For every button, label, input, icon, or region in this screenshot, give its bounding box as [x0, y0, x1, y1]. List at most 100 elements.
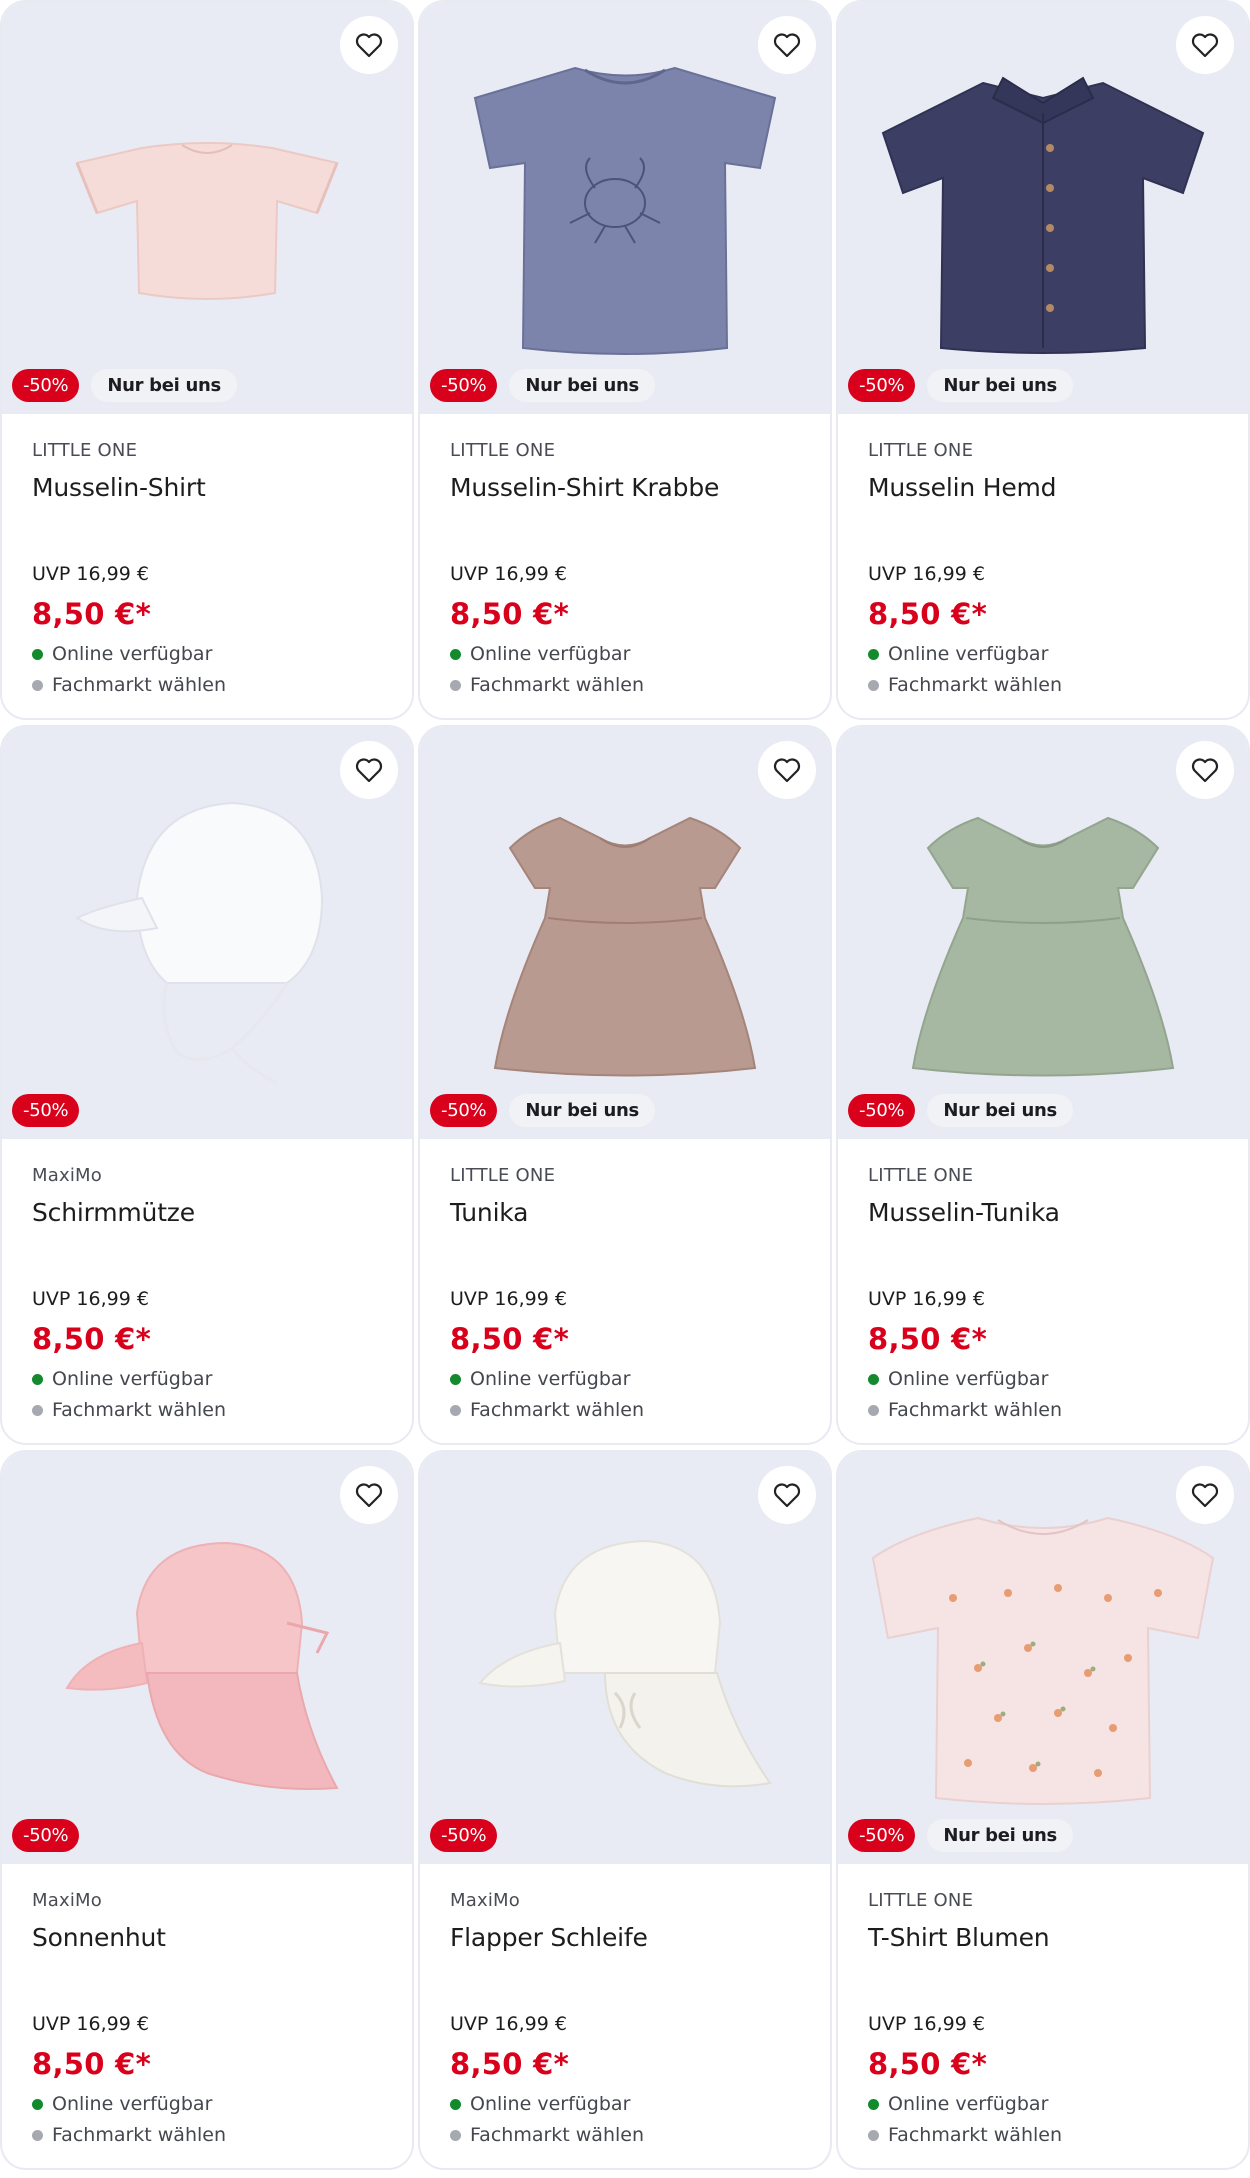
discount-badge: -50% [430, 1819, 498, 1852]
store-select-link[interactable]: Fachmarkt wählen [868, 2124, 1218, 2146]
product-card[interactable]: -50% MaxiMo Sonnenhut UVP 16,99 € 8,50 €… [0, 1450, 414, 2170]
wishlist-button[interactable] [340, 16, 398, 74]
store-select-link[interactable]: Fachmarkt wählen [32, 674, 382, 696]
product-card[interactable]: -50% Nur bei uns LITTLE ONE Musselin-Tun… [836, 725, 1250, 1445]
exclusive-badge: Nur bei uns [927, 1819, 1073, 1852]
store-select-link[interactable]: Fachmarkt wählen [32, 1399, 382, 1421]
badge-row: -50% Nur bei uns [12, 369, 237, 402]
wishlist-button[interactable] [1176, 16, 1234, 74]
product-image[interactable] [475, 778, 775, 1088]
store-select-link[interactable]: Fachmarkt wählen [450, 674, 800, 696]
wishlist-button[interactable] [758, 16, 816, 74]
wishlist-button[interactable] [758, 741, 816, 799]
product-title[interactable]: Schirmmütze [32, 1198, 382, 1272]
product-title[interactable]: Flapper Schleife [450, 1923, 800, 1997]
product-image-area[interactable]: -50% [2, 727, 412, 1139]
product-brand: MaxiMo [450, 1890, 520, 1911]
product-title[interactable]: Sonnenhut [32, 1923, 382, 1997]
store-select-link[interactable]: Fachmarkt wählen [450, 2124, 800, 2146]
discount-badge: -50% [12, 1094, 80, 1127]
heart-icon [1191, 758, 1219, 783]
product-brand: LITTLE ONE [868, 1165, 974, 1186]
online-availability-label: Online verfügbar [52, 2093, 213, 2115]
heart-icon [355, 758, 383, 783]
product-title[interactable]: Tunika [450, 1198, 800, 1272]
product-price: 8,50 €* [32, 1322, 152, 1356]
product-image[interactable] [47, 1503, 367, 1813]
product-price: 8,50 €* [868, 597, 988, 631]
badge-row: -50% [12, 1094, 80, 1127]
wishlist-button[interactable] [1176, 1466, 1234, 1524]
product-image[interactable] [57, 768, 357, 1098]
product-image[interactable] [893, 778, 1193, 1088]
online-availability-label: Online verfügbar [888, 1368, 1049, 1390]
store-select-label: Fachmarkt wählen [888, 1399, 1063, 1421]
product-info: MaxiMo Schirmmütze UVP 16,99 € 8,50 €* O… [2, 1139, 412, 1421]
exclusive-badge: Nur bei uns [509, 369, 655, 402]
product-card[interactable]: -50% Nur bei uns LITTLE ONE Musselin-Shi… [0, 0, 414, 720]
store-select-link[interactable]: Fachmarkt wählen [868, 674, 1218, 696]
wishlist-button[interactable] [758, 1466, 816, 1524]
store-status-dot [868, 679, 879, 691]
wishlist-button[interactable] [340, 1466, 398, 1524]
online-status-dot [868, 648, 879, 660]
product-brand: MaxiMo [32, 1890, 102, 1911]
heart-icon [1191, 33, 1219, 58]
product-price: 8,50 €* [868, 1322, 988, 1356]
product-uvp: UVP 16,99 € [450, 2013, 567, 2035]
product-image-area[interactable]: -50% [420, 1452, 830, 1864]
product-image[interactable] [863, 53, 1223, 363]
product-title[interactable]: Musselin-Shirt Krabbe [450, 473, 800, 547]
product-info: LITTLE ONE Tunika UVP 16,99 € 8,50 €* On… [420, 1139, 830, 1421]
product-card[interactable]: -50% MaxiMo Flapper Schleife UVP 16,99 €… [418, 1450, 832, 2170]
store-select-link[interactable]: Fachmarkt wählen [868, 1399, 1218, 1421]
wishlist-button[interactable] [340, 741, 398, 799]
product-image[interactable] [858, 1498, 1228, 1818]
store-select-link[interactable]: Fachmarkt wählen [450, 1399, 800, 1421]
product-info: MaxiMo Sonnenhut UVP 16,99 € 8,50 €* Onl… [2, 1864, 412, 2146]
product-card[interactable]: -50% Nur bei uns LITTLE ONE Tunika UVP 1… [418, 725, 832, 1445]
product-image-area[interactable]: -50% Nur bei uns [420, 727, 830, 1139]
product-image[interactable] [455, 1503, 795, 1813]
product-image-area[interactable]: -50% Nur bei uns [420, 2, 830, 414]
online-availability-label: Online verfügbar [52, 1368, 213, 1390]
product-uvp: UVP 16,99 € [450, 563, 567, 585]
online-availability-label: Online verfügbar [52, 643, 213, 665]
product-image-area[interactable]: -50% Nur bei uns [838, 727, 1248, 1139]
product-card[interactable]: -50% Nur bei uns LITTLE ONE Musselin Hem… [836, 0, 1250, 720]
product-image-area[interactable]: -50% Nur bei uns [2, 2, 412, 414]
product-image-area[interactable]: -50% [2, 1452, 412, 1864]
store-select-link[interactable]: Fachmarkt wählen [32, 2124, 382, 2146]
heart-icon [773, 33, 801, 58]
heart-icon [355, 1483, 383, 1508]
product-uvp: UVP 16,99 € [868, 1288, 985, 1310]
online-status-dot [450, 2098, 461, 2110]
product-image[interactable] [47, 93, 367, 323]
product-title[interactable]: Musselin Hemd [868, 473, 1218, 547]
store-select-label: Fachmarkt wählen [888, 674, 1063, 696]
discount-badge: -50% [12, 369, 80, 402]
online-availability: Online verfügbar [868, 643, 1218, 665]
online-status-dot [32, 1373, 43, 1385]
product-price: 8,50 €* [450, 2047, 570, 2081]
product-card[interactable]: -50% Nur bei uns LITTLE ONE Musselin-Shi… [418, 0, 832, 720]
online-availability: Online verfügbar [32, 2093, 382, 2115]
product-title[interactable]: Musselin-Shirt [32, 473, 382, 547]
product-image[interactable] [455, 48, 795, 368]
store-status-dot [450, 679, 461, 691]
product-uvp: UVP 16,99 € [868, 2013, 985, 2035]
product-title[interactable]: T-Shirt Blumen [868, 1923, 1218, 1997]
product-price: 8,50 €* [32, 597, 152, 631]
exclusive-badge: Nur bei uns [927, 1094, 1073, 1127]
product-title[interactable]: Musselin-Tunika [868, 1198, 1218, 1272]
online-status-dot [32, 2098, 43, 2110]
product-price: 8,50 €* [450, 597, 570, 631]
store-select-label: Fachmarkt wählen [888, 2124, 1063, 2146]
heart-icon [773, 1483, 801, 1508]
wishlist-button[interactable] [1176, 741, 1234, 799]
exclusive-badge: Nur bei uns [509, 1094, 655, 1127]
product-card[interactable]: -50% MaxiMo Schirmmütze UVP 16,99 € 8,50… [0, 725, 414, 1445]
product-image-area[interactable]: -50% Nur bei uns [838, 2, 1248, 414]
product-card[interactable]: -50% Nur bei uns LITTLE ONE T-Shirt Blum… [836, 1450, 1250, 2170]
product-image-area[interactable]: -50% Nur bei uns [838, 1452, 1248, 1864]
